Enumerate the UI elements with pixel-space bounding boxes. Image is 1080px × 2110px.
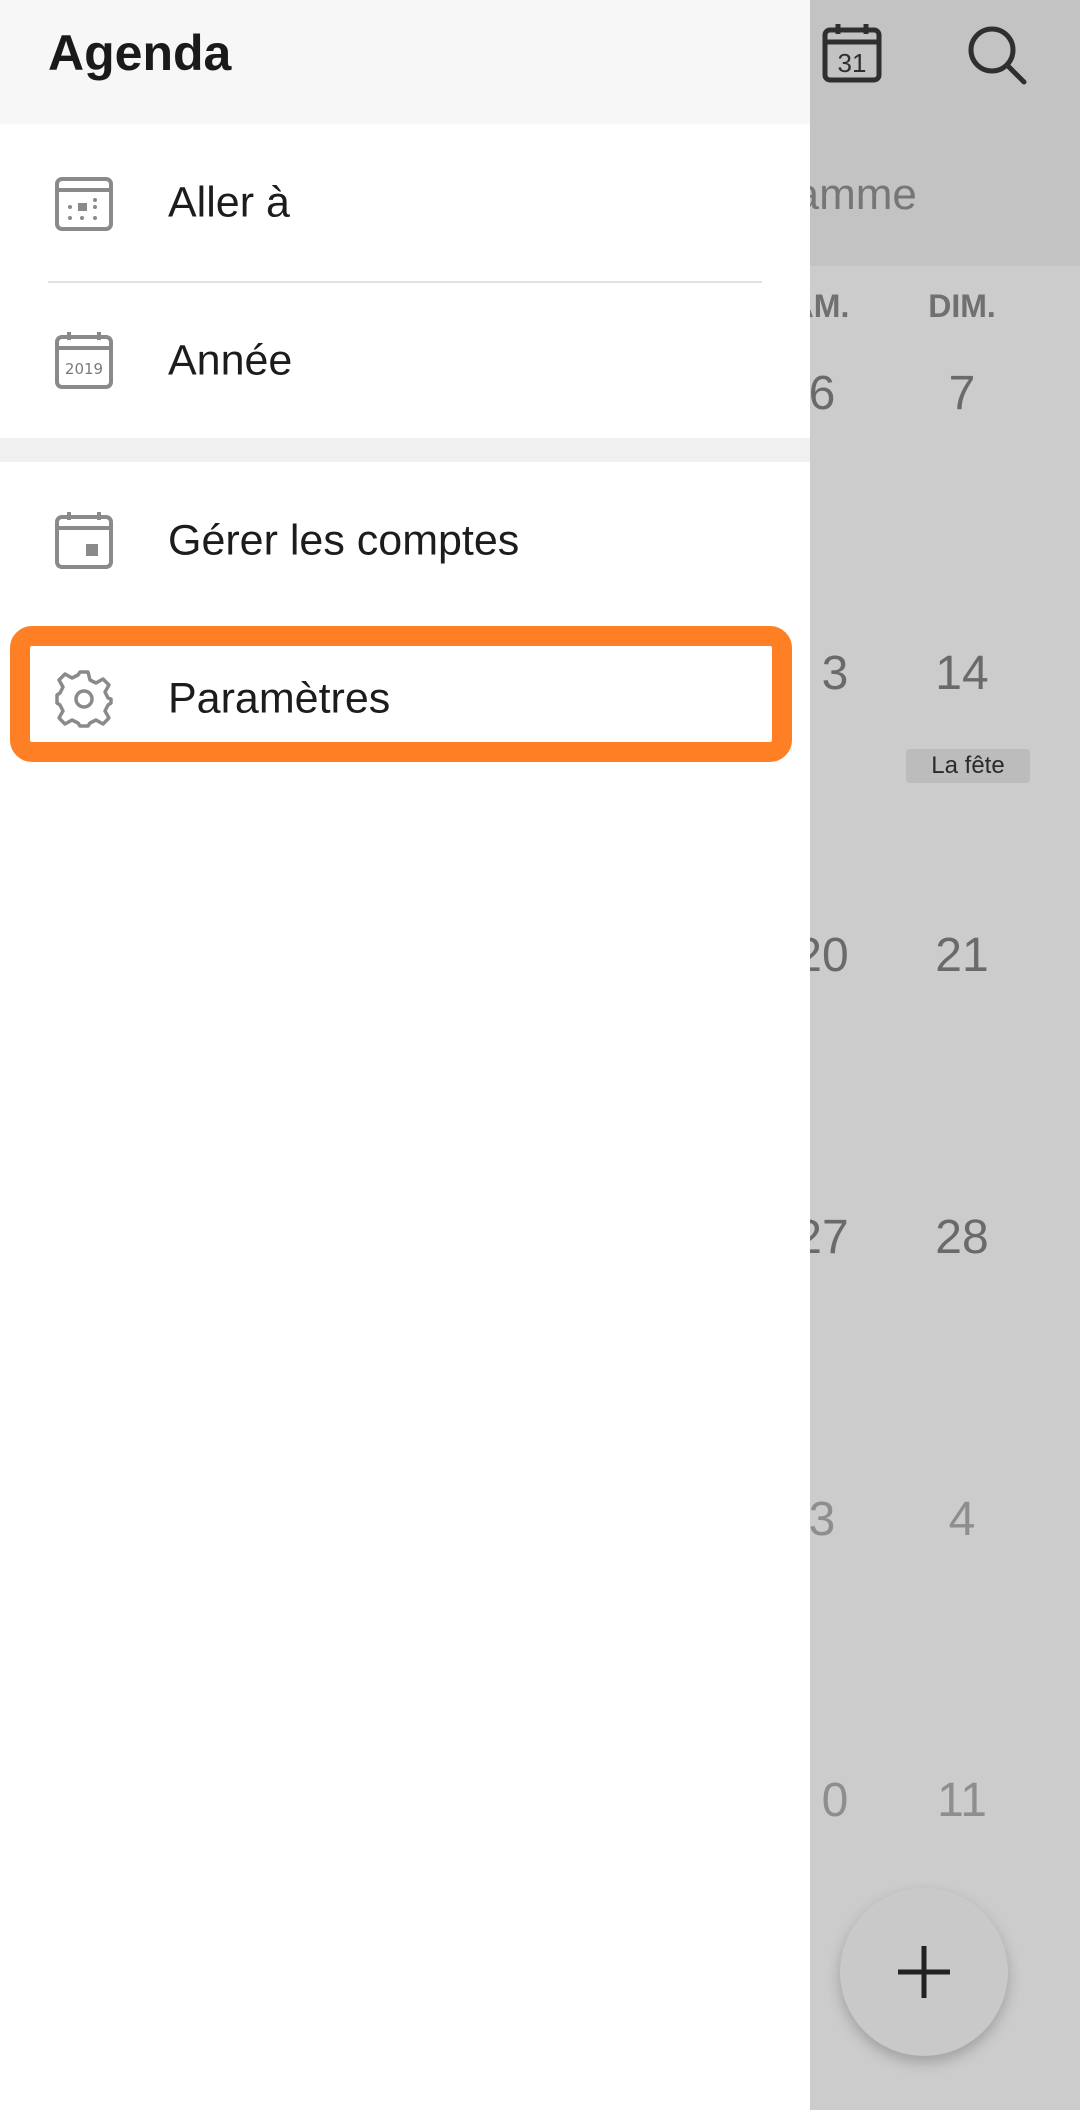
drawer-header: Agenda <box>0 0 810 124</box>
calendar-today-icon[interactable]: 31 <box>822 22 882 84</box>
day-header-sun: DIM. <box>928 288 996 324</box>
date-cell[interactable]: 21 <box>892 928 1032 983</box>
menu-item-manage-accounts[interactable]: Gérer les comptes <box>0 466 810 616</box>
navigation-drawer: Agenda Aller à 2019 Année Gérer les comp… <box>0 0 810 2110</box>
svg-text:2019: 2019 <box>65 360 103 378</box>
section-separator <box>0 438 810 462</box>
date-cell[interactable]: 11 <box>892 1773 1032 1828</box>
plus-icon <box>898 1946 950 1998</box>
calendar-year-icon: 2019 <box>54 331 114 391</box>
date-cell[interactable]: 28 <box>892 1210 1032 1265</box>
add-event-button[interactable] <box>840 1888 1008 2056</box>
menu-label: Année <box>168 336 293 385</box>
date-cell[interactable]: 4 <box>892 1492 1032 1547</box>
date-cell[interactable]: 14 <box>892 646 1032 701</box>
divider <box>48 281 762 283</box>
event-chip[interactable]: La fête <box>906 749 1030 783</box>
search-icon[interactable] <box>966 24 1028 86</box>
drawer-title: Agenda <box>48 25 232 81</box>
calendar-goto-icon <box>54 173 114 233</box>
menu-item-goto[interactable]: Aller à <box>0 128 810 278</box>
menu-label: Gérer les comptes <box>168 516 520 565</box>
calendar-accounts-icon <box>54 511 114 571</box>
menu-item-year[interactable]: 2019 Année <box>0 286 810 436</box>
svg-text:31: 31 <box>838 48 867 78</box>
menu-label: Aller à <box>168 178 290 227</box>
date-cell[interactable]: 7 <box>892 366 1032 421</box>
highlight-frame <box>10 626 792 762</box>
